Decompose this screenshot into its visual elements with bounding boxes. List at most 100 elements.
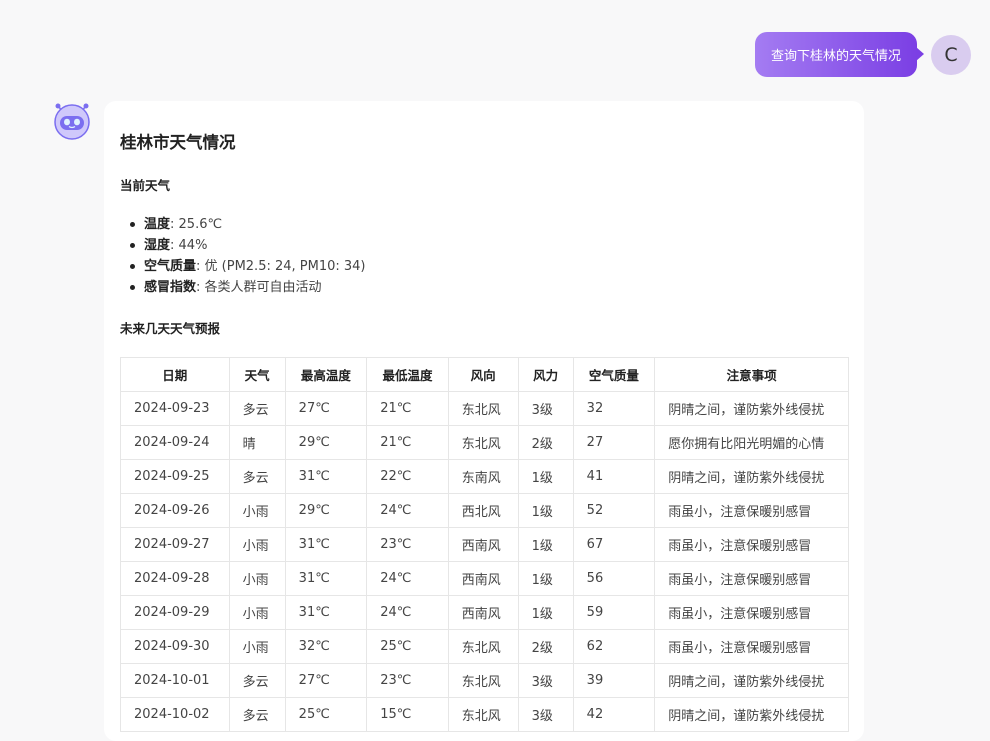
current-weather-item: 湿度: 44% xyxy=(130,235,848,256)
table-cell: 小雨 xyxy=(228,493,286,528)
current-weather-value: : 各类人群可自由活动 xyxy=(196,280,322,295)
table-cell: 东北风 xyxy=(447,663,519,698)
forecast-table: 日期 天气 最高温度 最低温度 风向 风力 空气质量 注意事项 2024-09-23 多云 27℃… xyxy=(120,357,849,732)
table-cell: 3级 xyxy=(517,663,574,698)
user-message-text: 查询下桂林的天气情况 xyxy=(770,49,901,64)
current-weather-list: 温度: 25.6℃ 湿度: 44% 空气质量: 优 (PM2.5: 24, PM10… xyxy=(130,214,848,298)
table-cell: 62 xyxy=(572,629,656,664)
table-cell: 阴晴之间，谨防紫外线侵扰 xyxy=(654,697,849,732)
table-cell: 多云 xyxy=(228,391,286,426)
table-cell: 2级 xyxy=(517,629,574,664)
table-cell: 15℃ xyxy=(366,697,449,732)
table-cell: 2级 xyxy=(517,425,574,460)
table-cell: 25℃ xyxy=(284,697,368,732)
table-header-cell: 风力 xyxy=(517,357,574,392)
table-row: 2024-09-29 小雨 31℃ 24℃ 西南风 1级 59 雨虽小，注意保暖别感冒 xyxy=(120,595,849,630)
table-header-cell: 最低温度 xyxy=(366,357,449,392)
table-cell: 雨虽小，注意保暖别感冒 xyxy=(654,595,849,630)
table-cell: 2024-09-25 xyxy=(120,459,230,494)
table-cell: 愿你拥有比阳光明媚的心情 xyxy=(654,425,849,460)
table-cell: 阴晴之间，谨防紫外线侵扰 xyxy=(654,391,849,426)
table-cell: 2024-09-27 xyxy=(120,527,230,562)
weather-title: 桂林市天气情况 xyxy=(120,133,236,152)
table-cell: 21℃ xyxy=(366,391,449,426)
table-cell: 小雨 xyxy=(228,561,286,596)
table-header-row: 日期 天气 最高温度 最低温度 风向 风力 空气质量 注意事项 xyxy=(120,357,849,392)
table-row: 2024-09-23 多云 27℃ 21℃ 东北风 3级 32 阴晴之间，谨防紫外线侵扰 xyxy=(120,391,849,426)
table-cell: 2024-10-02 xyxy=(120,697,230,732)
table-cell: 1级 xyxy=(517,595,574,630)
table-cell: 21℃ xyxy=(366,425,449,460)
table-cell: 1级 xyxy=(517,493,574,528)
current-weather-item: 感冒指数: 各类人群可自由活动 xyxy=(130,277,848,298)
table-cell: 59 xyxy=(572,595,656,630)
table-cell: 多云 xyxy=(228,663,286,698)
table-cell: 2024-09-26 xyxy=(120,493,230,528)
table-header-cell: 空气质量 xyxy=(572,357,656,392)
table-cell: 2024-09-24 xyxy=(120,425,230,460)
table-cell: 小雨 xyxy=(228,629,286,664)
table-cell: 东北风 xyxy=(447,697,519,732)
table-cell: 39 xyxy=(572,663,656,698)
table-cell: 25℃ xyxy=(366,629,449,664)
current-weather-label: 感冒指数 xyxy=(144,280,197,295)
table-cell: 56 xyxy=(572,561,656,596)
table-cell: 西南风 xyxy=(447,527,519,562)
table-cell: 2024-09-23 xyxy=(120,391,230,426)
current-weather-heading: 当前天气 xyxy=(120,178,171,193)
robot-icon xyxy=(52,100,92,140)
table-row: 2024-10-01 多云 27℃ 23℃ 东北风 3级 39 阴晴之间，谨防紫外线侵扰 xyxy=(120,663,849,698)
table-cell: 2024-09-29 xyxy=(120,595,230,630)
current-weather-value: : 25.6℃ xyxy=(170,217,223,232)
table-cell: 22℃ xyxy=(366,459,449,494)
table-row: 2024-09-28 小雨 31℃ 24℃ 西南风 1级 56 雨虽小，注意保暖别感冒 xyxy=(120,561,849,596)
user-message-bubble: 查询下桂林的天气情况 xyxy=(754,32,925,77)
table-cell: 西南风 xyxy=(447,561,519,596)
table-cell: 雨虽小，注意保暖别感冒 xyxy=(654,629,849,664)
table-cell: 西南风 xyxy=(447,595,519,630)
table-header-cell: 注意事项 xyxy=(654,357,849,392)
table-cell: 小雨 xyxy=(228,595,286,630)
table-row: 2024-09-27 小雨 31℃ 23℃ 西南风 1级 67 雨虽小，注意保暖别感冒 xyxy=(120,527,849,562)
table-cell: 27℃ xyxy=(284,391,368,426)
table-cell: 31℃ xyxy=(284,595,368,630)
forecast-heading: 未来几天天气预报 xyxy=(120,321,221,336)
table-body: 2024-09-23 多云 27℃ 21℃ 东北风 3级 32 阴晴之间，谨防紫外线侵扰 202… xyxy=(120,391,849,732)
table-header-cell: 最高温度 xyxy=(284,357,368,392)
table-cell: 多云 xyxy=(228,459,286,494)
table-cell: 52 xyxy=(572,493,656,528)
table-cell: 3级 xyxy=(517,697,574,732)
table-cell: 31℃ xyxy=(284,459,368,494)
current-weather-label: 湿度 xyxy=(144,238,171,253)
user-avatar[interactable]: C xyxy=(931,34,971,75)
current-weather-item: 温度: 25.6℃ xyxy=(130,214,848,235)
table-cell: 29℃ xyxy=(284,493,368,528)
current-weather-label: 温度 xyxy=(144,217,171,232)
table-cell: 24℃ xyxy=(366,493,449,528)
table-cell: 41 xyxy=(572,459,656,494)
table-cell: 多云 xyxy=(228,697,286,732)
table-cell: 2024-09-28 xyxy=(120,561,230,596)
table-cell: 3级 xyxy=(517,391,574,426)
table-cell: 32 xyxy=(572,391,656,426)
table-cell: 32℃ xyxy=(284,629,368,664)
table-row: 2024-09-24 晴 29℃ 21℃ 东北风 2级 27 愿你拥有比阳光明媚的心情 xyxy=(120,425,849,460)
table-header-cell: 风向 xyxy=(447,357,519,392)
table-cell: 阴晴之间，谨防紫外线侵扰 xyxy=(654,663,849,698)
table-cell: 27℃ xyxy=(284,663,368,698)
current-weather-item: 空气质量: 优 (PM2.5: 24, PM10: 34) xyxy=(130,256,848,277)
table-cell: 阴晴之间，谨防紫外线侵扰 xyxy=(654,459,849,494)
current-weather-label: 空气质量 xyxy=(144,259,197,274)
table-row: 2024-10-02 多云 25℃ 15℃ 东北风 3级 42 阴晴之间，谨防紫外线侵扰 xyxy=(120,697,849,732)
table-cell: 雨虽小，注意保暖别感冒 xyxy=(654,527,849,562)
table-cell: 24℃ xyxy=(366,561,449,596)
table-cell: 2024-09-30 xyxy=(120,629,230,664)
table-cell: 1级 xyxy=(517,459,574,494)
user-message-row: 查询下桂林的天气情况 C xyxy=(754,32,971,77)
table-cell: 27 xyxy=(572,425,656,460)
table-cell: 42 xyxy=(572,697,656,732)
table-cell: 东南风 xyxy=(447,459,519,494)
table-cell: 29℃ xyxy=(284,425,368,460)
table-header-cell: 日期 xyxy=(120,357,230,392)
table-cell: 1级 xyxy=(517,527,574,562)
